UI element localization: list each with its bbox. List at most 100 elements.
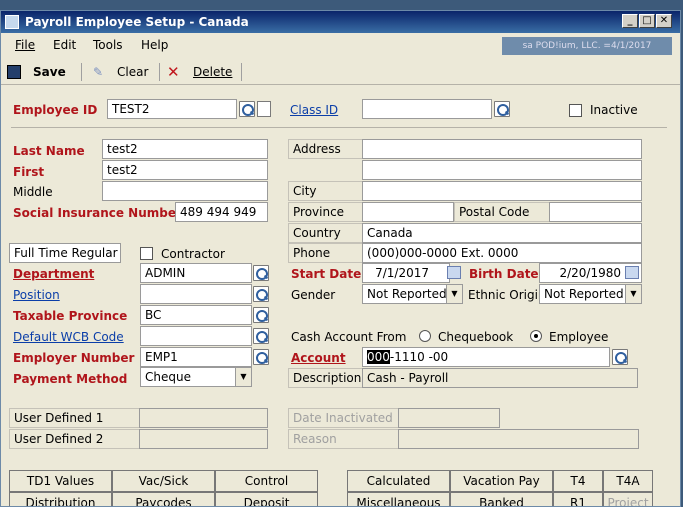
toolbar-separator [81, 63, 82, 81]
employment-type-field[interactable]: Full Time Regular [9, 243, 121, 263]
calculated-button[interactable]: Calculated [347, 470, 450, 492]
chevron-down-icon[interactable]: ▼ [235, 368, 251, 386]
country-label: Country [288, 223, 362, 243]
class-id-field[interactable] [362, 99, 492, 119]
default-wcb-lookup-icon[interactable] [253, 328, 269, 344]
province-label: Province [288, 202, 362, 222]
employee-id-lookup-icon[interactable] [239, 101, 255, 117]
menu-bar: File Edit Tools Help sa POD!ium, LLC. =4… [1, 35, 680, 57]
contractor-checkbox[interactable] [140, 247, 153, 260]
miscellaneous-button[interactable]: Miscellaneous [347, 492, 450, 506]
reason-label: Reason [288, 429, 398, 449]
middle-name-label: Middle [13, 185, 53, 199]
reason-field [398, 429, 639, 449]
employer-number-lookup-icon[interactable] [253, 349, 269, 365]
clear-icon: ✎ [93, 65, 104, 79]
contractor-label: Contractor [161, 247, 225, 261]
close-icon[interactable]: ✕ [656, 14, 672, 28]
date-inactivated-field [398, 408, 500, 428]
account-link[interactable]: Account [291, 351, 346, 365]
default-wcb-field[interactable] [140, 326, 252, 346]
maximize-icon[interactable]: □ [639, 14, 655, 28]
note-icon[interactable] [257, 101, 271, 117]
distribution-button[interactable]: Distribution [9, 492, 112, 506]
sin-field[interactable]: 489 494 949 [175, 202, 268, 222]
user-defined-1-label: User Defined 1 [9, 408, 139, 428]
account-lookup-icon[interactable] [612, 349, 628, 365]
position-field[interactable] [140, 284, 252, 304]
control-button[interactable]: Control [215, 470, 318, 492]
taxable-province-field[interactable]: BC [140, 305, 252, 325]
chequebook-radio[interactable] [419, 330, 431, 342]
description-field: Cash - Payroll [362, 368, 638, 388]
td1-values-button[interactable]: TD1 Values [9, 470, 112, 492]
chevron-down-icon[interactable]: ▼ [446, 285, 462, 303]
user-defined-2-field[interactable] [139, 429, 268, 449]
delete-button[interactable]: Delete [193, 65, 232, 79]
gender-label: Gender [291, 288, 336, 302]
delete-icon: ✕ [167, 63, 180, 81]
taxable-province-lookup-icon[interactable] [253, 307, 269, 323]
employer-number-field[interactable]: EMP1 [140, 347, 252, 367]
banked-button[interactable]: Banked [450, 492, 553, 506]
toolbar-separator [159, 63, 160, 81]
vac-sick-button[interactable]: Vac/Sick [112, 470, 215, 492]
taxable-province-label: Taxable Province [13, 309, 128, 323]
class-id-lookup-icon[interactable] [494, 101, 510, 117]
menu-file[interactable]: File [15, 38, 35, 52]
first-name-field[interactable]: test2 [102, 160, 268, 180]
inactive-checkbox[interactable] [569, 104, 582, 117]
user-defined-2-label: User Defined 2 [9, 429, 139, 449]
date-inactivated-label: Date Inactivated [288, 408, 398, 428]
employee-id-field[interactable]: TEST2 [107, 99, 237, 119]
paycodes-button[interactable]: Paycodes [112, 492, 215, 506]
last-name-field[interactable]: test2 [102, 139, 268, 159]
inactive-label: Inactive [590, 103, 638, 117]
employee-id-label: Employee ID [13, 103, 98, 117]
t4-button[interactable]: T4 [553, 470, 603, 492]
postal-code-label: Postal Code [454, 202, 549, 222]
department-link[interactable]: Department [13, 267, 94, 281]
employee-radio[interactable] [530, 330, 542, 342]
position-link[interactable]: Position [13, 288, 60, 302]
save-icon [7, 65, 21, 79]
middle-name-field[interactable] [102, 181, 268, 201]
t4a-button[interactable]: T4A [603, 470, 653, 492]
r1-button[interactable]: R1 [553, 492, 603, 506]
company-banner: sa POD!ium, LLC. =4/1/2017 [502, 37, 672, 55]
phone-field[interactable]: (000)000-0000 Ext. 0000 [362, 243, 642, 263]
minimize-icon[interactable]: _ [622, 14, 638, 28]
menu-help[interactable]: Help [141, 38, 168, 52]
address-line-3[interactable] [362, 181, 642, 201]
start-date-field[interactable]: 7/1/2017 [362, 263, 450, 283]
app-icon [5, 15, 19, 29]
first-name-label: First [13, 165, 45, 179]
account-prefix: 000 [367, 350, 390, 364]
class-id-link[interactable]: Class ID [290, 103, 338, 117]
calendar-icon[interactable] [625, 266, 639, 279]
deposit-button[interactable]: Deposit [215, 492, 318, 506]
clear-button[interactable]: Clear [117, 65, 148, 79]
address-label: Address [288, 139, 362, 159]
chequebook-label: Chequebook [438, 330, 514, 344]
address-line-1[interactable] [362, 139, 642, 159]
header-divider [11, 127, 667, 128]
account-field[interactable]: 000-1110 -00 [362, 347, 610, 367]
menu-tools[interactable]: Tools [93, 38, 123, 52]
postal-code-field[interactable] [549, 202, 642, 222]
chevron-down-icon[interactable]: ▼ [625, 285, 641, 303]
address-line-2[interactable] [362, 160, 642, 180]
calendar-icon[interactable] [447, 266, 461, 279]
position-lookup-icon[interactable] [253, 286, 269, 302]
default-wcb-link[interactable]: Default WCB Code [13, 330, 124, 344]
save-button[interactable]: Save [33, 65, 66, 79]
department-field[interactable]: ADMIN [140, 263, 252, 283]
province-field[interactable] [362, 202, 454, 222]
user-defined-1-field[interactable] [139, 408, 268, 428]
vacation-pay-button[interactable]: Vacation Pay [450, 470, 553, 492]
employer-number-label: Employer Number [13, 351, 135, 365]
department-lookup-icon[interactable] [253, 265, 269, 281]
toolbar-separator [241, 63, 242, 81]
country-field[interactable]: Canada [362, 223, 642, 243]
menu-edit[interactable]: Edit [53, 38, 76, 52]
